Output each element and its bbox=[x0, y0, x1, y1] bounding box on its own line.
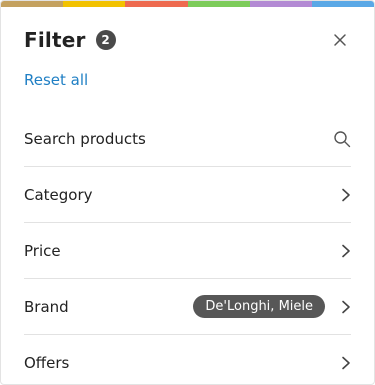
strip-segment bbox=[249, 1, 312, 7]
strip-segment bbox=[1, 1, 64, 7]
filter-panel: Filter 2 Reset all Search products Categ… bbox=[0, 0, 375, 385]
row-label-category: Category bbox=[24, 185, 93, 204]
chevron-right-icon bbox=[341, 244, 351, 258]
row-category[interactable]: Category bbox=[24, 167, 351, 223]
strip-segment bbox=[187, 1, 250, 7]
active-filter-count-badge: 2 bbox=[95, 30, 116, 50]
brand-selection-chip: De'Longhi, Miele bbox=[193, 295, 325, 318]
row-label-search-products: Search products bbox=[24, 129, 146, 148]
close-button[interactable] bbox=[329, 29, 351, 51]
brand-color-strip bbox=[1, 1, 374, 7]
strip-segment bbox=[311, 1, 374, 7]
filter-list: Search products Category Price Brand De'… bbox=[24, 111, 351, 384]
search-icon bbox=[333, 130, 351, 148]
row-price[interactable]: Price bbox=[24, 223, 351, 279]
row-label-offers: Offers bbox=[24, 353, 70, 372]
close-icon bbox=[333, 33, 347, 47]
filter-title: Filter bbox=[24, 28, 86, 52]
chevron-right-icon bbox=[341, 188, 351, 202]
chevron-right-icon bbox=[341, 300, 351, 314]
row-offers[interactable]: Offers bbox=[24, 335, 351, 384]
row-brand[interactable]: Brand De'Longhi, Miele bbox=[24, 279, 351, 335]
row-label-price: Price bbox=[24, 241, 61, 260]
filter-header: Filter 2 bbox=[24, 25, 351, 55]
strip-segment bbox=[125, 1, 188, 7]
row-search-products[interactable]: Search products bbox=[24, 111, 351, 167]
strip-segment bbox=[63, 1, 126, 7]
reset-all-link[interactable]: Reset all bbox=[24, 71, 88, 89]
chevron-right-icon bbox=[341, 356, 351, 370]
row-label-brand: Brand bbox=[24, 297, 69, 316]
